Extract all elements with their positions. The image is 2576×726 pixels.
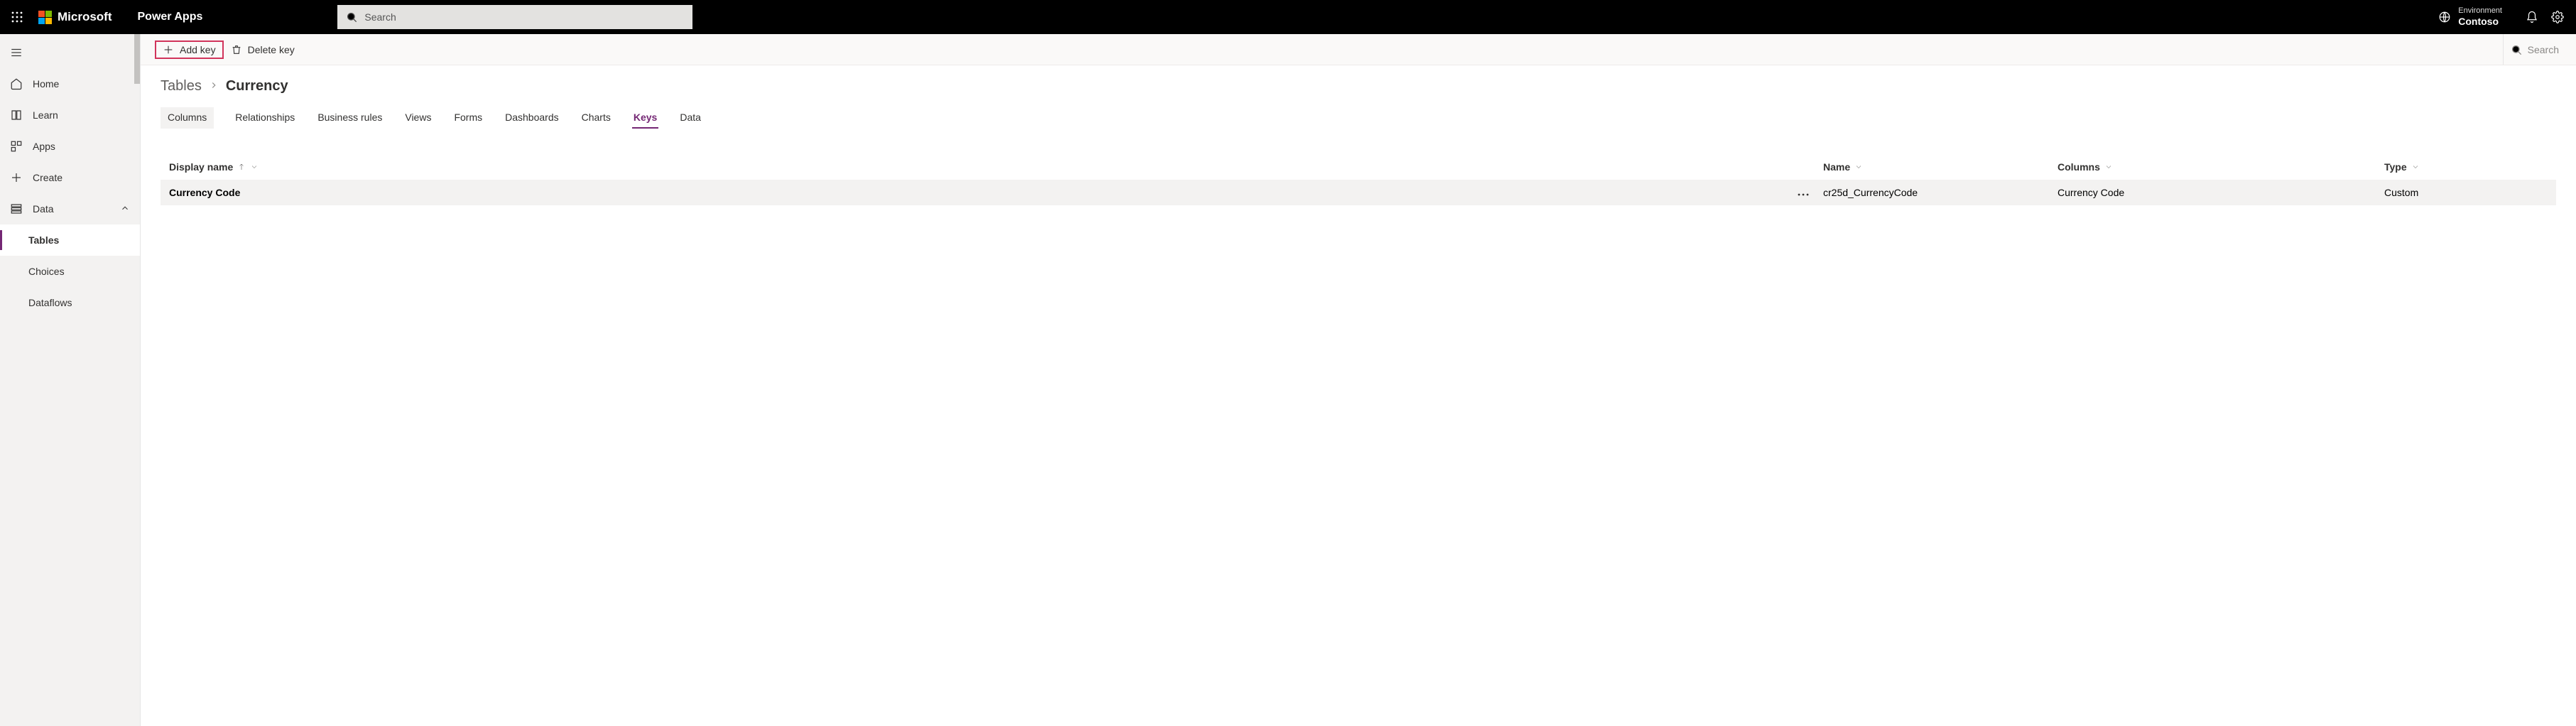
nav-collapse-button[interactable] <box>0 37 140 68</box>
chevron-down-icon <box>250 163 259 171</box>
nav-item-label: Learn <box>33 109 130 121</box>
nav-item-label: Dataflows <box>28 297 72 308</box>
tab-keys[interactable]: Keys <box>632 107 658 129</box>
chevron-down-icon <box>1854 163 1863 171</box>
content-area: Tables Currency Columns Relationships Bu… <box>141 65 2576 726</box>
cmd-label: Add key <box>180 44 216 55</box>
environment-picker[interactable]: Environment Contoso <box>2438 6 2502 28</box>
settings-icon[interactable] <box>2545 4 2570 30</box>
nav-item-label: Home <box>33 78 130 90</box>
tab-charts[interactable]: Charts <box>580 107 612 129</box>
microsoft-logo: Microsoft <box>38 10 112 24</box>
grid-search-placeholder: Search <box>2528 44 2559 55</box>
global-search-placeholder: Search <box>364 11 396 23</box>
command-bar: Add key Delete key Search <box>141 34 2576 65</box>
cell-type: Custom <box>2384 187 2548 198</box>
column-header-label: Columns <box>2058 161 2100 173</box>
cell-name: cr25d_CurrencyCode <box>1823 187 2058 198</box>
tab-forms[interactable]: Forms <box>452 107 484 129</box>
keys-grid: Display name Name Columns Type <box>161 154 2556 205</box>
column-header-display-name[interactable]: Display name <box>169 161 1823 173</box>
grid-search-input[interactable]: Search <box>2503 34 2566 65</box>
row-more-icon[interactable] <box>1798 187 1809 198</box>
nav-item-home[interactable]: Home <box>0 68 140 99</box>
global-search-input[interactable]: Search <box>337 5 692 29</box>
column-header-name[interactable]: Name <box>1823 161 2058 173</box>
app-launcher-icon[interactable] <box>6 6 28 28</box>
chevron-down-icon <box>2104 163 2113 171</box>
main-pane: Add key Delete key Search Tables Currenc… <box>141 34 2576 726</box>
nav-item-create[interactable]: Create <box>0 162 140 193</box>
tab-business-rules[interactable]: Business rules <box>316 107 384 129</box>
nav-subitem-choices[interactable]: Choices <box>0 256 140 287</box>
tab-strip: Columns Relationships Business rules Vie… <box>161 107 2556 129</box>
cell-columns: Currency Code <box>2058 187 2384 198</box>
environment-name: Contoso <box>2458 16 2502 28</box>
sort-asc-icon <box>237 163 246 171</box>
notifications-icon[interactable] <box>2519 4 2545 30</box>
nav-item-label: Apps <box>33 141 130 152</box>
environment-label: Environment <box>2458 6 2502 16</box>
tab-views[interactable]: Views <box>403 107 433 129</box>
add-key-button[interactable]: Add key <box>155 40 224 59</box>
grid-header-row: Display name Name Columns Type <box>161 154 2556 180</box>
table-row[interactable]: Currency Code cr25d_CurrencyCode Currenc… <box>161 180 2556 205</box>
column-header-label: Type <box>2384 161 2407 173</box>
tab-columns[interactable]: Columns <box>161 107 214 129</box>
nav-item-learn[interactable]: Learn <box>0 99 140 131</box>
column-header-label: Display name <box>169 161 233 173</box>
chevron-right-icon <box>209 78 219 94</box>
scrollbar-thumb[interactable] <box>134 34 140 84</box>
nav-subitem-dataflows[interactable]: Dataflows <box>0 287 140 318</box>
tab-dashboards[interactable]: Dashboards <box>504 107 560 129</box>
app-header: Microsoft Power Apps Search Environment … <box>0 0 2576 34</box>
nav-item-label: Choices <box>28 266 65 277</box>
nav-item-label: Create <box>33 172 130 183</box>
cmd-label: Delete key <box>248 44 295 55</box>
tab-relationships[interactable]: Relationships <box>234 107 296 129</box>
chevron-down-icon <box>2411 163 2420 171</box>
tab-data[interactable]: Data <box>678 107 702 129</box>
column-header-label: Name <box>1823 161 1850 173</box>
nav-item-label: Data <box>33 203 110 215</box>
nav-item-data[interactable]: Data <box>0 193 140 224</box>
column-header-columns[interactable]: Columns <box>2058 161 2384 173</box>
left-nav: Home Learn Apps Create Data Tables Choic… <box>0 34 141 726</box>
column-header-type[interactable]: Type <box>2384 161 2548 173</box>
chevron-up-icon <box>120 203 130 215</box>
delete-key-button[interactable]: Delete key <box>224 41 302 58</box>
brand-text: Microsoft <box>58 10 112 24</box>
breadcrumb-current: Currency <box>226 78 288 94</box>
breadcrumb: Tables Currency <box>161 78 2556 94</box>
nav-item-apps[interactable]: Apps <box>0 131 140 162</box>
nav-subitem-tables[interactable]: Tables <box>0 224 140 256</box>
breadcrumb-root[interactable]: Tables <box>161 78 202 94</box>
nav-item-label: Tables <box>28 234 59 246</box>
product-name: Power Apps <box>138 11 203 23</box>
cell-display-name: Currency Code <box>169 187 240 198</box>
